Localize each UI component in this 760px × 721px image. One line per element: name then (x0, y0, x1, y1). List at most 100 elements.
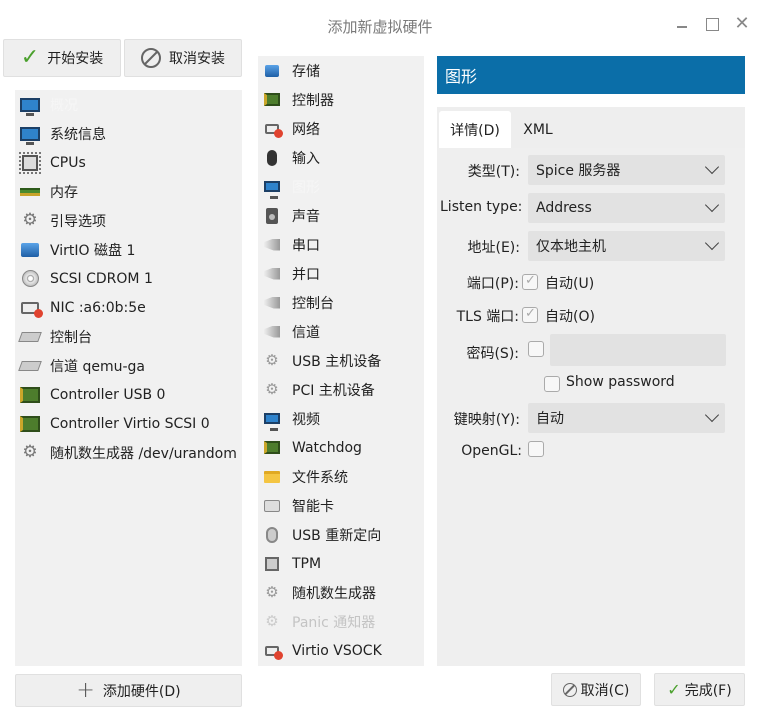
chevron-down-icon (704, 159, 720, 175)
panel-title: 图形 (437, 56, 745, 94)
opengl-checkbox[interactable] (528, 441, 544, 457)
list-item-cpus[interactable]: CPUs (15, 148, 242, 177)
chevron-down-icon (704, 235, 720, 251)
cancel-icon (141, 48, 161, 68)
hw-type-sound[interactable]: 声音 (258, 201, 424, 230)
folder-icon (261, 468, 283, 486)
hardware-type-list: 存储 控制器 网络 输入 图形 声音 串口 并口 控制台 信道 ⚙ USB 主机设… (258, 56, 424, 666)
gear-icon: ⚙ (22, 442, 38, 462)
port-icon (261, 294, 283, 312)
hw-type-panic: ⚙ Panic 通知器 (258, 607, 424, 636)
list-item-controller-usb[interactable]: Controller USB 0 (15, 380, 242, 409)
hw-type-parallel[interactable]: 并口 (258, 259, 424, 288)
port-icon (261, 265, 283, 283)
hw-type-rng[interactable]: ⚙ 随机数生成器 (258, 578, 424, 607)
network-icon (261, 642, 283, 660)
monitor-icon (19, 96, 41, 116)
list-item-memory[interactable]: 内存 (15, 177, 242, 206)
tls-auto-label: 自动(O) (545, 309, 595, 325)
add-hardware-label: 添加硬件(D) (102, 683, 181, 700)
controller-icon (261, 439, 283, 457)
cancel-label: 取消(C) (580, 682, 630, 699)
hw-type-serial[interactable]: 串口 (258, 230, 424, 259)
hw-type-filesystem[interactable]: 文件系统 (258, 462, 424, 491)
window-title: 添加新虚拟硬件 (327, 18, 433, 36)
hw-type-storage[interactable]: 存储 (258, 56, 424, 85)
address-value: 仅本地主机 (536, 239, 606, 255)
keymap-combo[interactable]: 自动 (528, 403, 725, 433)
show-password-checkbox[interactable] (544, 376, 560, 392)
controller-icon (261, 91, 283, 109)
gear-icon: ⚙ (265, 351, 279, 369)
list-item-rng[interactable]: ⚙ 随机数生成器 /dev/urandom (15, 438, 242, 467)
listen-type-combo[interactable]: Address (528, 193, 725, 223)
list-item-console[interactable]: 控制台 (15, 322, 242, 351)
hw-type-graphics[interactable]: 图形 (258, 172, 424, 201)
chip-icon (19, 151, 41, 174)
network-icon (261, 120, 283, 138)
plus-icon: + (76, 677, 95, 703)
checkmark-icon: ✓ (667, 679, 681, 699)
gear-icon: ⚙ (265, 612, 279, 630)
hw-type-network[interactable]: 网络 (258, 114, 424, 143)
list-item-nic[interactable]: NIC :a6:0b:5e (15, 293, 242, 322)
hw-type-watchdog[interactable]: Watchdog (258, 433, 424, 462)
port-icon (261, 323, 283, 341)
monitor-icon (19, 125, 41, 145)
tls-auto-checkbox[interactable] (522, 306, 538, 323)
list-item-system-info[interactable]: 系统信息 (15, 119, 242, 148)
hw-type-video[interactable]: 视频 (258, 404, 424, 433)
hw-type-vsock[interactable]: Virtio VSOCK (258, 636, 424, 665)
password-field[interactable] (550, 334, 726, 366)
start-install-button[interactable]: ✓ 开始安装 (3, 39, 121, 77)
password-label: 密码(S): (466, 346, 519, 362)
hw-type-tpm[interactable]: TPM (258, 549, 424, 578)
tab-details[interactable]: 详情(D) (439, 111, 511, 148)
opengl-label: OpenGL: (461, 443, 522, 459)
hw-type-input[interactable]: 输入 (258, 143, 424, 172)
list-item-boot-options[interactable]: ⚙ 引导选项 (15, 206, 242, 235)
list-item-channel[interactable]: 信道 qemu-ga (15, 351, 242, 380)
usb-redirect-icon (261, 526, 283, 544)
cancel-icon (562, 682, 577, 697)
cancel-install-button[interactable]: 取消安装 (124, 39, 242, 77)
chevron-down-icon (704, 407, 720, 423)
add-hardware-button[interactable]: + 添加硬件(D) (15, 674, 242, 707)
disk-icon (19, 241, 41, 259)
hw-type-usb-host[interactable]: ⚙ USB 主机设备 (258, 346, 424, 375)
hw-type-console[interactable]: 控制台 (258, 288, 424, 317)
keymap-label: 键映射(Y): (453, 412, 520, 428)
serial-icon (18, 357, 42, 375)
monitor-icon (261, 410, 283, 431)
network-icon (19, 299, 43, 318)
gear-icon: ⚙ (265, 583, 279, 601)
address-combo[interactable]: 仅本地主机 (528, 231, 725, 261)
cancel-button[interactable]: 取消(C) (551, 673, 641, 706)
list-item-controller-scsi[interactable]: Controller Virtio SCSI 0 (15, 409, 242, 438)
finish-button[interactable]: ✓ 完成(F) (654, 673, 745, 706)
hw-type-channel[interactable]: 信道 (258, 317, 424, 346)
type-combo[interactable]: Spice 服务器 (528, 155, 725, 185)
hw-type-smartcard[interactable]: 智能卡 (258, 491, 424, 520)
finish-label: 完成(F) (684, 682, 732, 699)
type-label: 类型(T): (467, 164, 520, 180)
port-auto-checkbox[interactable] (522, 273, 538, 290)
hw-type-pci-host[interactable]: ⚙ PCI 主机设备 (258, 375, 424, 404)
vm-hardware-list: 概况 系统信息 CPUs 内存 ⚙ 引导选项 VirtIO 磁盘 1 SCSI C… (15, 90, 242, 666)
listen-type-value: Address (536, 200, 592, 216)
password-checkbox[interactable] (528, 341, 544, 357)
list-item-virtio-disk[interactable]: VirtIO 磁盘 1 (15, 235, 242, 264)
minimize-button[interactable] (672, 14, 692, 34)
controller-icon (19, 415, 41, 433)
show-password-label: Show password (566, 374, 675, 390)
list-item-overview[interactable]: 概况 (15, 90, 242, 119)
start-install-label: 开始安装 (47, 51, 104, 67)
checkmark-icon: ✓ (20, 45, 40, 70)
hw-type-controller[interactable]: 控制器 (258, 85, 424, 114)
gear-icon: ⚙ (265, 380, 279, 398)
list-item-scsi-cdrom[interactable]: SCSI CDROM 1 (15, 264, 242, 293)
hw-type-usb-redirect[interactable]: USB 重新定向 (258, 520, 424, 549)
close-button[interactable]: ✕ (732, 14, 752, 34)
tab-xml[interactable]: XML (511, 111, 565, 148)
maximize-button[interactable] (702, 14, 722, 34)
